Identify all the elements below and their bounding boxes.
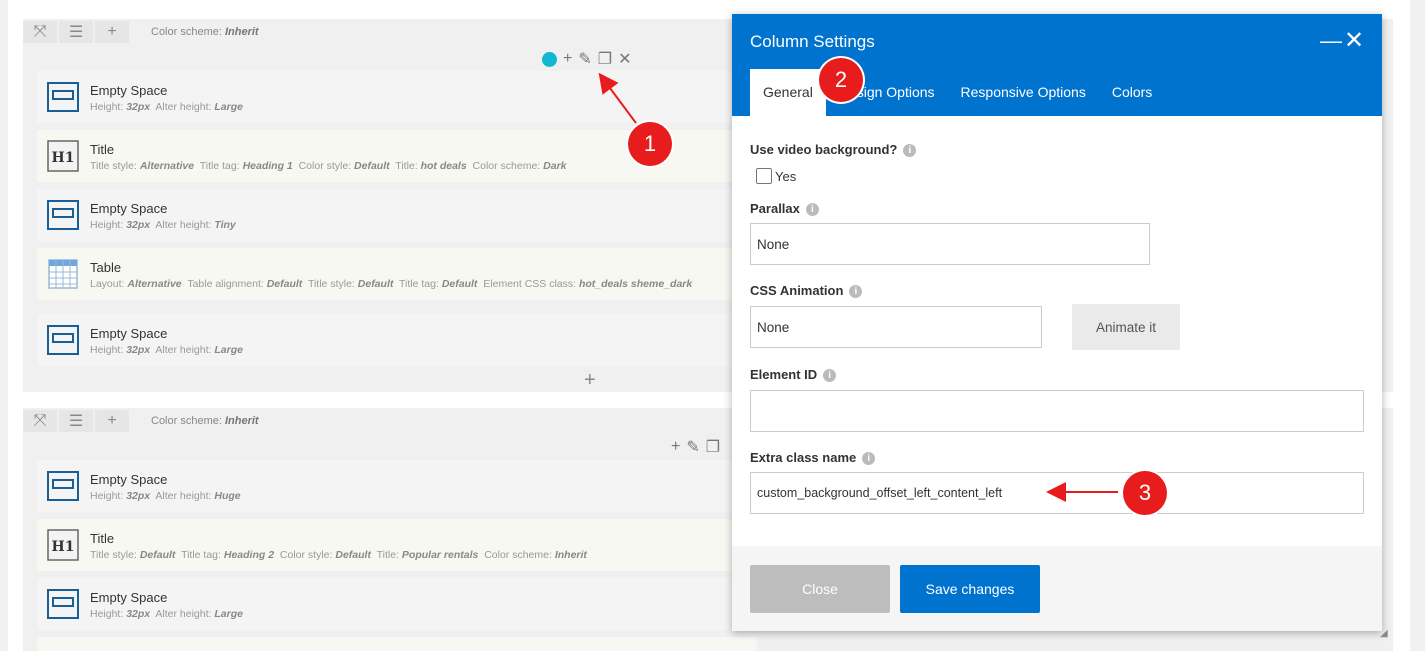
arrow-1	[598, 72, 637, 124]
annotation-badge-1: 1	[628, 122, 672, 166]
annotation-badge-2: 2	[819, 58, 863, 102]
annotation-arrows	[598, 72, 1118, 502]
annotation-badge-3: 3	[1123, 471, 1167, 515]
